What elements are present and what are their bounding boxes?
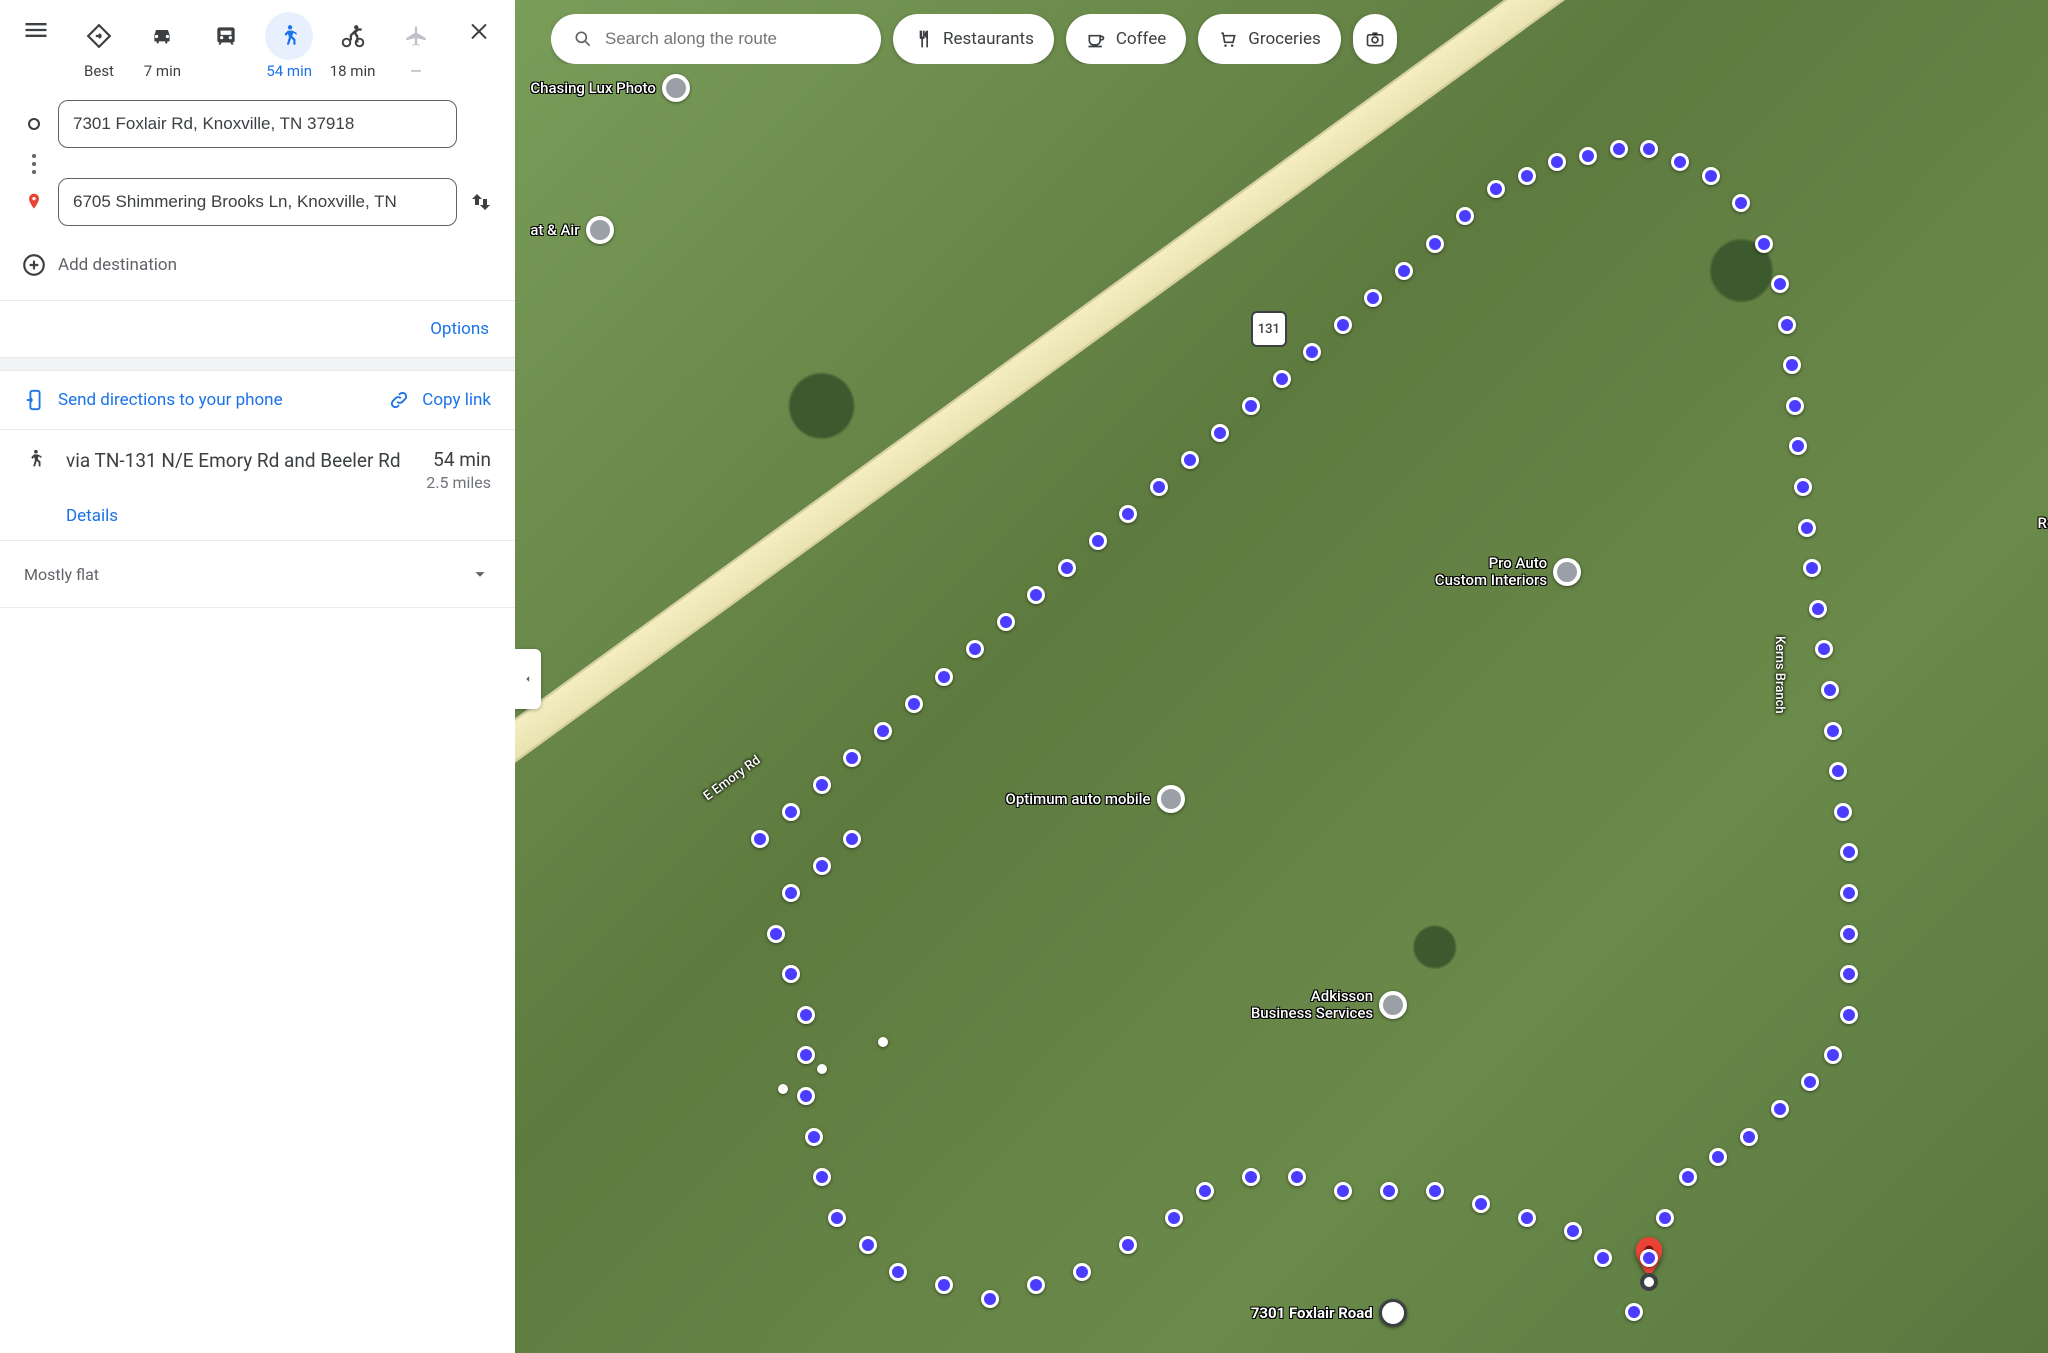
route-meta: 54 min 2.5 miles — [426, 448, 491, 492]
car-icon — [149, 23, 175, 49]
poi-pin-icon — [662, 74, 690, 102]
origin-handle-icon — [10, 114, 58, 134]
mode-drive-label: 7 min — [144, 62, 181, 80]
road-label-kerns: Kerns Branch — [1772, 636, 1787, 714]
menu-button[interactable] — [12, 6, 60, 54]
highway-emory — [515, 0, 2048, 844]
chip-more[interactable] — [1353, 14, 1397, 64]
mode-transit[interactable] — [195, 6, 257, 80]
chip-label: Restaurants — [943, 29, 1034, 49]
camera-icon — [1365, 29, 1385, 49]
add-destination-label: Add destination — [58, 255, 177, 275]
bike-icon — [340, 23, 366, 49]
actions-row: Send directions to your phone Copy link — [0, 371, 515, 430]
restaurant-icon — [913, 29, 933, 49]
origin-pin-icon — [1379, 1299, 1407, 1327]
mode-bike-label: 18 min — [330, 62, 376, 80]
hamburger-icon — [22, 16, 50, 44]
search-icon — [573, 29, 593, 49]
destination-pin[interactable] — [1631, 1237, 1667, 1285]
poi-foxlair-origin[interactable]: 7301 Foxlair Road — [1251, 1299, 1407, 1327]
mode-walk-label: 54 min — [266, 62, 312, 80]
walk-icon — [276, 23, 302, 49]
waypoints — [0, 80, 515, 248]
directions-sidebar: Best 7 min 54 min 18 min — — [0, 0, 515, 1353]
mode-bike[interactable]: 18 min — [322, 6, 384, 80]
send-to-phone-button[interactable]: Send directions to your phone — [24, 389, 283, 411]
search-route-pill[interactable] — [551, 14, 881, 64]
chip-label: Groceries — [1248, 29, 1320, 49]
chip-groceries[interactable]: Groceries — [1198, 14, 1340, 64]
chevron-down-icon — [469, 563, 491, 585]
destination-input[interactable] — [58, 178, 457, 226]
copy-link-button[interactable]: Copy link — [388, 389, 491, 411]
coffee-icon — [1086, 29, 1106, 49]
transit-icon — [213, 23, 239, 49]
directions-icon — [86, 23, 112, 49]
chevron-left-icon — [521, 672, 535, 686]
link-icon — [388, 389, 410, 411]
close-icon — [467, 18, 491, 42]
cart-icon — [1218, 29, 1238, 49]
dest-ground-dot — [1640, 1273, 1658, 1291]
travel-modes: Best 7 min 54 min 18 min — — [68, 6, 447, 80]
mode-best[interactable]: Best — [68, 6, 130, 80]
mode-flight-label: — — [410, 62, 422, 80]
add-destination-button[interactable]: Add destination — [0, 248, 515, 300]
poi-pin-icon — [586, 216, 614, 244]
phone-send-icon — [24, 389, 46, 411]
chip-coffee[interactable]: Coffee — [1066, 14, 1186, 64]
mode-best-label: Best — [84, 62, 114, 80]
mode-walk[interactable]: 54 min — [258, 6, 320, 80]
route-walk-icon — [24, 448, 48, 492]
collapse-sidebar-button[interactable] — [515, 649, 541, 709]
route-shield-131: 131 — [1251, 311, 1287, 347]
poi-heat-air[interactable]: at & Air — [530, 216, 613, 244]
origin-input[interactable] — [58, 100, 457, 148]
copy-link-label: Copy link — [422, 390, 491, 410]
map-roads — [515, 0, 2048, 1353]
poi-pin-icon — [1157, 785, 1185, 813]
waypoint-dots — [10, 154, 58, 174]
close-button[interactable] — [455, 6, 503, 54]
divider — [0, 357, 515, 371]
destination-pin-icon — [10, 192, 58, 212]
search-route-input[interactable] — [605, 29, 859, 49]
top-bar: Best 7 min 54 min 18 min — — [0, 0, 515, 80]
route-details-link[interactable]: Details — [66, 506, 118, 526]
poi-adkisson[interactable]: Adkisson Business Services — [1251, 988, 1407, 1023]
poi-chasing-lux[interactable]: Chasing Lux Photo — [530, 74, 690, 102]
mode-drive[interactable]: 7 min — [131, 6, 193, 80]
map-chips: Restaurants Coffee Groceries — [551, 14, 2048, 64]
options-link[interactable]: Options — [430, 319, 489, 339]
mode-flight[interactable]: — — [385, 6, 447, 80]
plus-circle-icon — [21, 252, 47, 278]
route-time: 54 min — [426, 448, 491, 471]
route-distance: 2.5 miles — [426, 473, 491, 492]
options-row: Options — [0, 301, 515, 357]
plane-icon — [403, 23, 429, 49]
origin-row — [10, 100, 505, 148]
chip-restaurants[interactable]: Restaurants — [893, 14, 1054, 64]
map-canvas[interactable]: 131 E Emory Rd Kerns Branch Chasing Lux … — [515, 0, 2048, 1353]
poi-pin-icon — [1553, 558, 1581, 586]
swap-icon — [469, 190, 493, 214]
swap-button[interactable] — [457, 190, 505, 214]
send-to-phone-label: Send directions to your phone — [58, 390, 283, 410]
poi-roc[interactable]: Roc — [2038, 514, 2048, 532]
destination-row — [10, 178, 505, 226]
route-card[interactable]: via TN-131 N/E Emory Rd and Beeler Rd 54… — [0, 430, 515, 541]
poi-pin-icon — [1379, 991, 1407, 1019]
chip-label: Coffee — [1116, 29, 1166, 49]
poi-pro-auto[interactable]: Pro Auto Custom Interiors — [1435, 555, 1581, 590]
terrain-expand[interactable]: Mostly flat — [0, 541, 515, 608]
poi-optimum[interactable]: Optimum auto mobile — [1006, 785, 1185, 813]
terrain-label: Mostly flat — [24, 565, 99, 584]
route-title: via TN-131 N/E Emory Rd and Beeler Rd — [66, 448, 408, 474]
